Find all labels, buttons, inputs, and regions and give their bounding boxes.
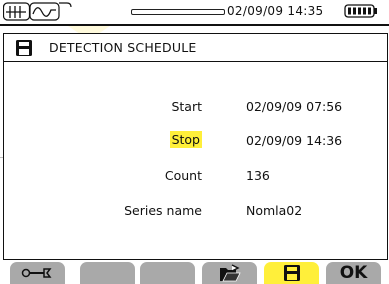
waveform-icon: [3, 2, 72, 21]
open-key[interactable]: [202, 262, 257, 284]
window-title: DETECTION SCHEDULE: [49, 40, 197, 55]
status-bar: 02/09/09 14:35: [0, 0, 389, 26]
window-header: DETECTION SCHEDULE: [4, 34, 387, 61]
schedule-window: DETECTION SCHEDULE Start 02/09/09 07:56 …: [3, 33, 388, 260]
start-value[interactable]: 02/09/09 07:56: [246, 99, 342, 114]
function-key-bar: OK: [0, 259, 389, 284]
count-value: 136: [246, 168, 270, 183]
stop-label-text: Stop: [169, 131, 202, 148]
start-label: Start: [171, 99, 202, 114]
save-icon: [16, 40, 32, 56]
battery-icon: [344, 4, 377, 18]
series-name-label: Series name: [124, 203, 202, 218]
header-divider: [4, 61, 387, 62]
stop-value[interactable]: 02/09/09 14:36: [246, 133, 342, 148]
stop-label[interactable]: Stop: [169, 131, 202, 148]
settings-key[interactable]: [10, 262, 65, 284]
series-name-value[interactable]: Nomla02: [246, 203, 302, 218]
count-label: Count: [164, 168, 202, 183]
open-folder-icon: [219, 264, 241, 282]
function-key-2[interactable]: [80, 262, 135, 284]
detection-schedule-screen: 02/09/09 14:35 DETECTION SCHEDULE Start …: [0, 0, 389, 284]
ok-key[interactable]: OK: [326, 262, 381, 284]
ok-label: OK: [339, 263, 368, 283]
save-icon: [283, 265, 300, 281]
progress-bar: [131, 9, 225, 15]
wrench-icon: [21, 268, 51, 278]
status-datetime: 02/09/09 14:35: [227, 4, 324, 18]
status-divider: [0, 24, 389, 26]
save-key[interactable]: [264, 262, 319, 284]
function-key-3[interactable]: [140, 262, 195, 284]
